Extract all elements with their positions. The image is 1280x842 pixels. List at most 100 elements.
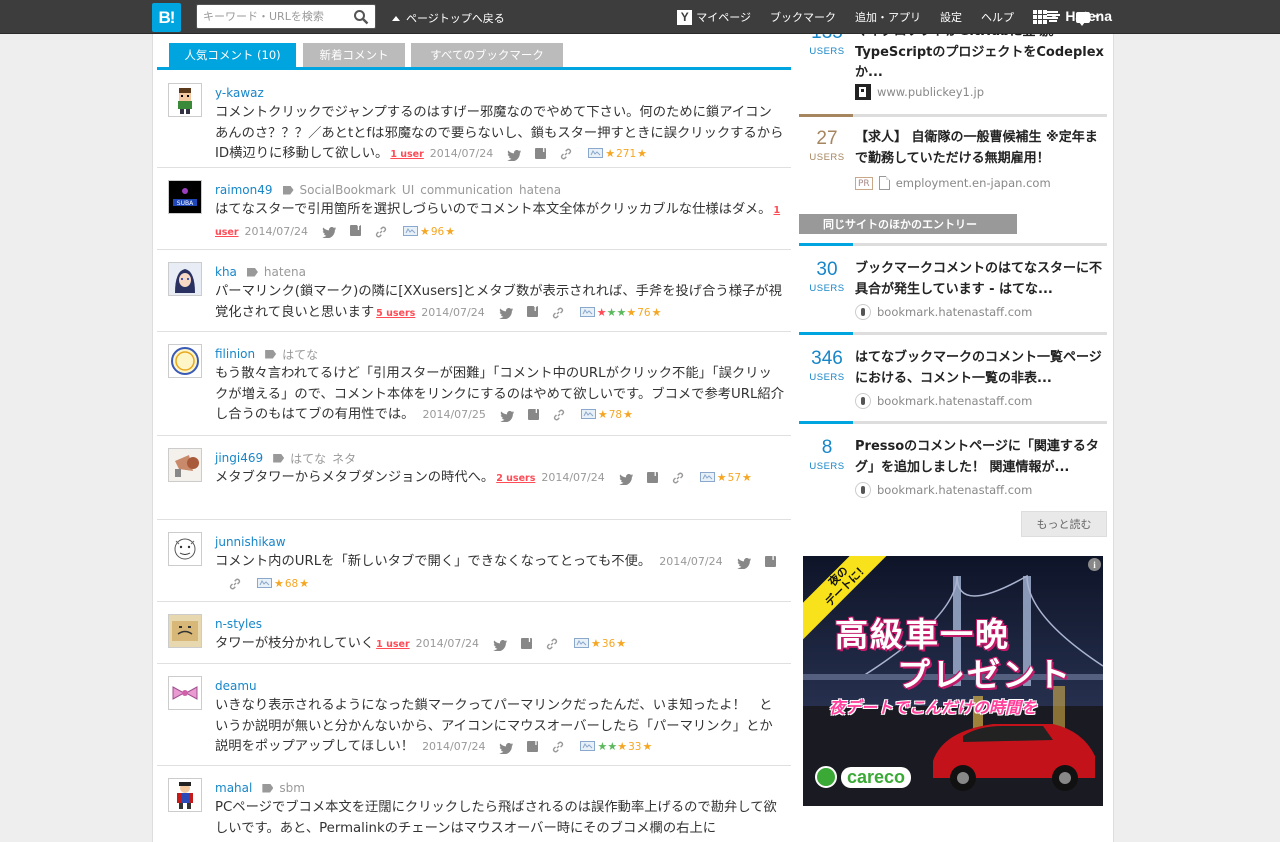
entry-site[interactable]: bookmark.hatenastaff.com xyxy=(855,482,1032,498)
comment-text[interactable]: タワーが枝分かれしていく1 user2014/07/24★36★ xyxy=(215,629,785,656)
chain-link-icon[interactable] xyxy=(229,577,241,589)
twitter-icon[interactable] xyxy=(736,556,751,569)
add-star-icon[interactable] xyxy=(402,225,418,236)
tag-link[interactable]: sbm xyxy=(279,781,305,795)
facebook-icon[interactable] xyxy=(527,732,539,753)
facebook-icon[interactable] xyxy=(527,400,539,421)
twitter-icon[interactable] xyxy=(507,148,522,161)
facebook-icon[interactable] xyxy=(646,463,658,484)
add-star-icon[interactable] xyxy=(580,409,596,419)
comment-date[interactable]: 2014/07/25 xyxy=(422,408,485,421)
add-star-icon[interactable] xyxy=(588,148,604,158)
tag-link[interactable]: はてな xyxy=(282,346,318,363)
back-to-top-link[interactable]: ページトップへ戻る xyxy=(392,10,505,26)
twitter-icon[interactable] xyxy=(499,741,514,754)
meta-bookmark-count[interactable]: 1 user xyxy=(390,149,423,160)
comment-text[interactable]: メタブタワーからメタブダンジョンの時代へ。2 users2014/07/24★5… xyxy=(215,463,785,490)
tag-link[interactable]: はてな xyxy=(290,450,326,467)
entry-users-count[interactable]: 346 USERS xyxy=(799,348,855,383)
facebook-icon[interactable] xyxy=(349,217,361,237)
comment-date[interactable]: 2014/07/24 xyxy=(421,306,484,319)
add-star-icon[interactable] xyxy=(574,638,590,648)
pr-entry[interactable]: 27 USERS 【求人】 自衛隊の一般曹候補生 ※定年まで勤務していただける無… xyxy=(799,114,1107,202)
entry-title[interactable]: Pressoのコメントページに「関連するタグ」を追加しました！ 関連情報が... xyxy=(855,437,1105,478)
star-count[interactable]: ★78★ xyxy=(598,408,633,421)
entry-title[interactable]: マイクロソフトがGitHubに登場。TypeScriptのプロジェクトをCode… xyxy=(855,34,1105,84)
facebook-icon[interactable] xyxy=(764,547,776,568)
tag-link[interactable]: SocialBookmark xyxy=(300,183,396,197)
comment-date[interactable]: 2014/07/24 xyxy=(416,637,479,650)
tag-link[interactable]: UI xyxy=(402,183,414,197)
star-count[interactable]: ★36★ xyxy=(591,637,626,650)
comment-date[interactable]: 2014/07/24 xyxy=(541,471,604,484)
comment-text[interactable]: コメント内のURLを「新しいタブで開く」できなくなってとっても不便。 2014/0… xyxy=(215,547,785,594)
search-icon[interactable] xyxy=(353,9,369,25)
add-star-icon[interactable] xyxy=(580,741,596,751)
star-count[interactable]: ★57★ xyxy=(717,471,752,484)
comment-username[interactable]: junnishikaw xyxy=(215,535,286,549)
star-count[interactable]: ★96★ xyxy=(420,225,455,238)
avatar[interactable] xyxy=(168,83,202,117)
star-count[interactable]: ★★★33★ xyxy=(597,740,652,753)
comment-date[interactable]: 2014/07/24 xyxy=(245,225,308,238)
entry-title[interactable]: はてなブックマークのコメント一覧ページにおける、コメント一覧の非表... xyxy=(855,348,1105,389)
avatar[interactable] xyxy=(168,448,202,482)
tab-new-comments[interactable]: 新着コメント xyxy=(303,43,405,67)
entry-site[interactable]: bookmark.hatenastaff.com xyxy=(855,304,1032,320)
comment-username[interactable]: n-styles xyxy=(215,617,262,631)
entry-site[interactable]: www.publickey1.jp xyxy=(855,84,984,100)
hatena-logo[interactable]: Hatena xyxy=(1044,8,1112,24)
comment-text[interactable]: もう散々言われてるけど「引用スターが困難」「コメント中のURLがクリック不能」「… xyxy=(215,364,785,427)
tag-link[interactable]: hatena xyxy=(519,183,561,197)
nav-bookmark[interactable]: ブックマーク xyxy=(770,9,836,25)
avatar[interactable]: SUBA xyxy=(168,180,202,214)
twitter-icon[interactable] xyxy=(500,409,515,422)
read-more-button[interactable]: もっと読む xyxy=(1021,511,1107,537)
star-count[interactable]: ★★★★76★ xyxy=(597,306,662,319)
hatena-bookmark-logo[interactable]: B! xyxy=(152,3,181,32)
add-star-icon[interactable] xyxy=(579,306,595,317)
chain-link-icon[interactable] xyxy=(552,306,564,318)
nav-add-app[interactable]: 追加・アプリ xyxy=(855,9,921,25)
add-star-icon[interactable] xyxy=(257,577,272,588)
comment-username[interactable]: jingi469 xyxy=(215,451,263,465)
same-site-entry[interactable]: 8 USERS Pressoのコメントページに「関連するタグ」を追加しました！ … xyxy=(799,421,1107,509)
comment-text[interactable]: いきなり表示されるようになった鎖マークってパーマリンクだったんだ、いま知ったよ！… xyxy=(215,696,785,759)
same-site-entry[interactable]: 30 USERS ブックマークコメントのはてなスターに不具合が発生しています -… xyxy=(799,243,1107,331)
nav-help[interactable]: ヘルプ xyxy=(981,9,1014,25)
entry-users-count[interactable]: 30 USERS xyxy=(799,259,855,294)
avatar[interactable] xyxy=(168,532,202,566)
entry-title[interactable]: ブックマークコメントのはてなスターに不具合が発生しています - はてな... xyxy=(855,259,1105,300)
twitter-icon[interactable] xyxy=(322,225,337,239)
twitter-icon[interactable] xyxy=(499,306,514,320)
chain-link-icon[interactable] xyxy=(672,471,684,484)
entry-site[interactable]: bookmark.hatenastaff.com xyxy=(855,393,1032,409)
star-count[interactable]: ★271★ xyxy=(605,147,647,160)
nav-settings[interactable]: 設定 xyxy=(940,9,962,25)
comment-date[interactable]: 2014/07/24 xyxy=(430,147,493,160)
comment-text[interactable]: PCページでブコメ本文を迂闊にクリックしたら飛ばされるのは誤作動率上げるので勘弁… xyxy=(215,798,785,839)
ad-banner[interactable]: 夜の デートに！ 高級車一晩 プレゼント 夜デートでこんだけの時間を carec… xyxy=(803,556,1103,806)
search-input[interactable] xyxy=(197,5,347,28)
chain-link-icon[interactable] xyxy=(546,637,558,650)
comment-username[interactable]: y-kawaz xyxy=(215,86,264,100)
entry-title[interactable]: 【求人】 自衛隊の一般曹候補生 ※定年まで勤務していただける無期雇用！ xyxy=(855,128,1105,169)
comment-username[interactable]: mahal xyxy=(215,781,252,795)
tab-all-bookmarks[interactable]: すべてのブックマーク xyxy=(411,43,563,67)
chain-link-icon[interactable] xyxy=(375,225,387,237)
facebook-icon[interactable] xyxy=(526,298,538,318)
same-site-entry[interactable]: 346 USERS はてなブックマークのコメント一覧ページにおける、コメント一覧… xyxy=(799,332,1107,420)
facebook-icon[interactable] xyxy=(521,629,533,650)
comment-username[interactable]: filinion xyxy=(215,347,255,361)
entry-users-count[interactable]: 27 USERS xyxy=(799,128,855,163)
tab-popular-comments[interactable]: 人気コメント (10) xyxy=(169,43,296,67)
chain-link-icon[interactable] xyxy=(552,740,564,753)
avatar[interactable] xyxy=(168,778,202,812)
star-count[interactable]: ★68★ xyxy=(274,577,309,590)
entry-users-count[interactable]: 135 USERS xyxy=(799,34,855,57)
tag-link[interactable]: ネタ xyxy=(332,450,356,467)
related-entry[interactable]: 135 USERS マイクロソフトがGitHubに登場。TypeScriptのプ… xyxy=(799,34,1107,112)
avatar[interactable] xyxy=(168,344,202,378)
comment-username[interactable]: kha xyxy=(215,265,237,279)
comment-username[interactable]: deamu xyxy=(215,679,257,693)
